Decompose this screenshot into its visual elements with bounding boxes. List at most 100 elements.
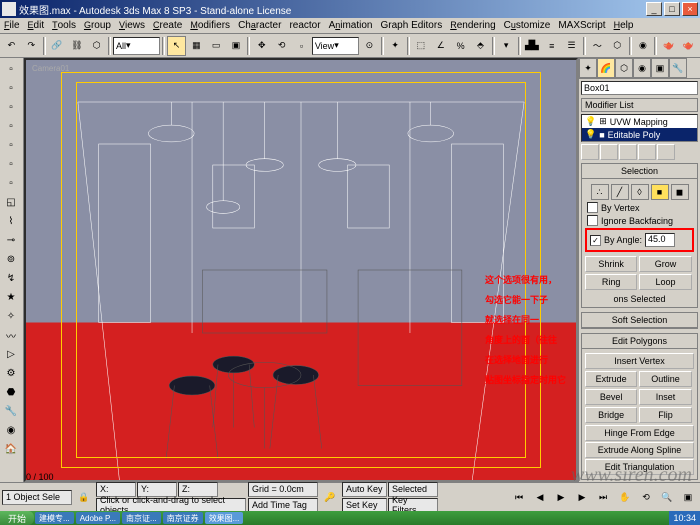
task-item-active[interactable]: 效果图... bbox=[205, 512, 244, 524]
goto-start-icon[interactable]: ⏮ bbox=[509, 487, 529, 507]
menu-create[interactable]: Create bbox=[153, 20, 182, 31]
render-scene-button[interactable]: 🫖 bbox=[659, 36, 678, 56]
select-name-button[interactable]: ▦ bbox=[187, 36, 206, 56]
tab-create[interactable]: ✦ bbox=[579, 58, 597, 78]
menu-animation[interactable]: Animation bbox=[329, 20, 373, 31]
reactor-spring-icon[interactable]: ⌇ bbox=[1, 212, 21, 230]
hinge-button[interactable]: Hinge From Edge bbox=[585, 425, 694, 441]
reactor-rope-icon[interactable]: ▫ bbox=[1, 155, 21, 173]
goto-end-icon[interactable]: ⏭ bbox=[593, 487, 613, 507]
rollout-title[interactable]: Soft Selection bbox=[582, 313, 697, 328]
rollout-title[interactable]: Selection bbox=[582, 164, 697, 179]
layers-button[interactable]: ☰ bbox=[562, 36, 581, 56]
curve-editor-button[interactable]: 〜 bbox=[588, 36, 607, 56]
close-button[interactable]: × bbox=[682, 2, 698, 16]
show-result-button[interactable] bbox=[600, 144, 618, 160]
reactor-preview-icon[interactable]: ▷ bbox=[1, 345, 21, 363]
reactor-util-icon[interactable]: 🔧 bbox=[1, 402, 21, 420]
menu-maxscript[interactable]: MAXScript bbox=[558, 20, 605, 31]
window-crossing-button[interactable]: ▣ bbox=[227, 36, 246, 56]
maxmin-icon[interactable]: ▣ bbox=[678, 487, 698, 507]
material-button[interactable]: ◉ bbox=[634, 36, 653, 56]
align-button[interactable]: ≡ bbox=[542, 36, 561, 56]
ignore-backfacing-checkbox[interactable] bbox=[587, 215, 598, 226]
remove-mod-button[interactable] bbox=[638, 144, 656, 160]
task-item[interactable]: 南京证... bbox=[122, 512, 161, 524]
tab-motion[interactable]: ◉ bbox=[633, 58, 651, 78]
maximize-button[interactable]: □ bbox=[664, 2, 680, 16]
menu-modifiers[interactable]: Modifiers bbox=[190, 20, 230, 31]
reactor-water-icon[interactable]: 〰 bbox=[1, 326, 21, 344]
modifier-list-dropdown[interactable]: Modifier List bbox=[581, 98, 698, 112]
object-name-field[interactable]: Box01 bbox=[581, 81, 698, 95]
selection-filter[interactable]: All ▾ bbox=[113, 37, 160, 55]
reactor-prop-icon[interactable]: ◉ bbox=[1, 421, 21, 439]
menu-file[interactable]: File bbox=[4, 20, 20, 31]
spinner-snap[interactable]: ⬘ bbox=[471, 36, 490, 56]
start-button[interactable]: 开始 bbox=[0, 511, 34, 525]
modifier-stack[interactable]: 💡⊞UVW Mapping 💡■Editable Poly bbox=[581, 114, 698, 142]
loop-button[interactable]: Loop bbox=[639, 274, 691, 290]
extrude-spline-button[interactable]: Extrude Along Spline bbox=[585, 442, 694, 458]
reactor-motor-icon[interactable]: ⊚ bbox=[1, 250, 21, 268]
flip-button[interactable]: Flip bbox=[639, 407, 691, 423]
select-button[interactable]: ↖ bbox=[167, 36, 186, 56]
reactor-apply-icon[interactable]: ▫ bbox=[1, 98, 21, 116]
minimize-button[interactable]: _ bbox=[646, 2, 662, 16]
menu-customize[interactable]: Customize bbox=[504, 20, 551, 31]
subobj-polygon[interactable]: ■ bbox=[651, 184, 669, 200]
reactor-create-icon[interactable]: ▫ bbox=[1, 60, 21, 78]
tab-modify[interactable]: 🌈 bbox=[597, 58, 615, 78]
menu-views[interactable]: Views bbox=[119, 20, 145, 31]
autokey-button[interactable]: Auto Key bbox=[342, 482, 387, 497]
quick-render-button[interactable]: 🫖 bbox=[679, 36, 698, 56]
lock-selection-icon[interactable]: 🔒 bbox=[74, 487, 94, 507]
reactor-plane-icon[interactable]: ◱ bbox=[1, 193, 21, 211]
reactor-help-icon[interactable]: 🏠 bbox=[1, 440, 21, 458]
reactor-dashpot-icon[interactable]: ⊸ bbox=[1, 231, 21, 249]
menu-reactor[interactable]: reactor bbox=[289, 20, 320, 31]
menu-group[interactable]: Group bbox=[84, 20, 111, 31]
keymode-icon[interactable]: 🔑 bbox=[320, 487, 340, 507]
unique-button[interactable] bbox=[619, 144, 637, 160]
redo-button[interactable]: ↷ bbox=[22, 36, 41, 56]
by-angle-spinner[interactable]: 45.0 bbox=[645, 233, 675, 247]
rotate-button[interactable]: ⟲ bbox=[272, 36, 291, 56]
reactor-fracture-icon[interactable]: ✧ bbox=[1, 307, 21, 325]
reactor-cloth-icon[interactable]: ▫ bbox=[1, 117, 21, 135]
angle-snap[interactable]: ∠ bbox=[431, 36, 450, 56]
ref-coord[interactable]: View ▾ bbox=[312, 37, 359, 55]
reactor-world-icon[interactable]: ⬣ bbox=[1, 383, 21, 401]
bridge-button[interactable]: Bridge bbox=[585, 407, 637, 423]
reactor-toy-icon[interactable]: ★ bbox=[1, 288, 21, 306]
bevel-button[interactable]: Bevel bbox=[585, 389, 637, 405]
percent-snap[interactable]: % bbox=[451, 36, 470, 56]
rollout-title[interactable]: Edit Polygons bbox=[582, 334, 697, 349]
outline-button[interactable]: Outline bbox=[639, 371, 691, 387]
task-item[interactable]: 南京证券 bbox=[163, 512, 203, 524]
shrink-button[interactable]: Shrink bbox=[585, 256, 637, 272]
reactor-wind-icon[interactable]: ↯ bbox=[1, 269, 21, 287]
schematic-button[interactable]: ⬡ bbox=[608, 36, 627, 56]
tab-utilities[interactable]: 🔧 bbox=[669, 58, 687, 78]
arc-rotate-icon[interactable]: ⟲ bbox=[636, 487, 656, 507]
menu-edit[interactable]: Edit bbox=[28, 20, 45, 31]
configure-button[interactable] bbox=[657, 144, 675, 160]
link-button[interactable]: 🔗 bbox=[48, 36, 67, 56]
viewport[interactable]: Camera01 这个选项很有用， 勾选它能一下子 就选择在同一 角度上的面（往… bbox=[24, 58, 578, 482]
by-vertex-checkbox[interactable] bbox=[587, 202, 598, 213]
snap-toggle[interactable]: ⬚ bbox=[412, 36, 431, 56]
reactor-rigid-icon[interactable]: ▫ bbox=[1, 79, 21, 97]
reactor-analyze-icon[interactable]: ⚙ bbox=[1, 364, 21, 382]
extrude-button[interactable]: Extrude bbox=[585, 371, 637, 387]
subobj-vertex[interactable]: ∴ bbox=[591, 184, 609, 200]
pan-icon[interactable]: ✋ bbox=[615, 487, 635, 507]
menu-character[interactable]: Character bbox=[238, 20, 281, 31]
inset-button[interactable]: Inset bbox=[639, 389, 691, 405]
tab-hierarchy[interactable]: ⬡ bbox=[615, 58, 633, 78]
mirror-button[interactable]: ▟▙ bbox=[523, 36, 542, 56]
subobj-element[interactable]: ◼ bbox=[671, 184, 689, 200]
ring-button[interactable]: Ring bbox=[585, 274, 637, 290]
manipulate-button[interactable]: ✦ bbox=[386, 36, 405, 56]
scale-button[interactable]: ▫ bbox=[292, 36, 311, 56]
